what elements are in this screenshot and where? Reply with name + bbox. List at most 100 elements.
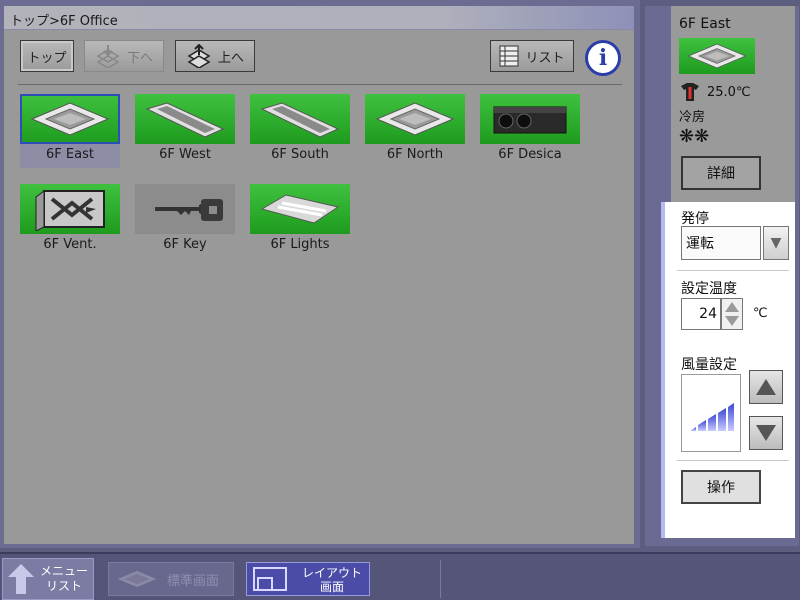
device-label: 6F Desica xyxy=(498,147,562,162)
detail-button[interactable]: 詳細 xyxy=(681,156,761,190)
setpoint-down-icon[interactable] xyxy=(725,316,739,326)
down-button-label: 下へ xyxy=(126,50,153,66)
bottom-divider xyxy=(440,560,441,598)
standard-screen-label: 標準画面 xyxy=(167,573,220,589)
triangle-down-icon xyxy=(756,425,776,441)
device-label: 6F South xyxy=(271,147,329,162)
fan-speed-up-button[interactable] xyxy=(749,370,783,404)
onoff-select[interactable]: 運転 xyxy=(681,226,761,260)
device-area: トップ 下へ 上へ リスト i 6F East 6F West 6F South… xyxy=(4,30,634,544)
thermometer-icon xyxy=(681,83,699,101)
toolbar-divider xyxy=(18,84,622,85)
top-button[interactable]: トップ xyxy=(20,40,74,72)
cassette-ac-icon xyxy=(687,43,747,69)
device-label: 6F Key xyxy=(163,237,207,252)
breadcrumb: トップ>6F Office xyxy=(10,14,118,29)
control-panel: 発停 運転 ▼ 設定温度 24 ℃ 風量設定 操作 xyxy=(661,202,795,538)
key-icon xyxy=(155,199,223,221)
fan-speed-display xyxy=(681,374,741,452)
cassette-ac-icon xyxy=(116,570,158,588)
device-thumbnail xyxy=(250,184,350,234)
device-thumbnail xyxy=(480,94,580,144)
fan-speed-icon: ❋❋ xyxy=(679,126,710,147)
slim-duct-icon xyxy=(145,102,225,138)
device-tile-6f-vent[interactable]: 6F Vent. xyxy=(20,184,120,260)
device-thumbnail xyxy=(20,94,120,144)
info-icon: i xyxy=(598,45,608,71)
onoff-label: 発停 xyxy=(681,211,709,227)
device-tile-6f-east[interactable]: 6F East xyxy=(20,94,120,170)
menu-list-label: メニュー リスト xyxy=(37,564,91,594)
setpoint-stepper[interactable] xyxy=(721,298,743,330)
onoff-value: 運転 xyxy=(686,236,714,252)
device-thumbnail xyxy=(135,184,235,234)
device-status-card: 6F East 25.0℃ 冷房 ❋❋ 詳細 xyxy=(671,6,795,202)
up-button-label: 上へ xyxy=(217,50,244,66)
setpoint-up-icon[interactable] xyxy=(725,302,739,312)
selected-device-thumbnail xyxy=(679,38,755,74)
bottom-bar: メニュー リスト 標準画面 レイアウト 画面 xyxy=(0,552,800,600)
device-label: 6F West xyxy=(159,147,211,162)
chevron-down-icon: ▼ xyxy=(770,235,782,251)
down-button[interactable]: 下へ xyxy=(84,40,164,72)
detail-button-label: 詳細 xyxy=(707,166,735,182)
device-side-panel: 6F East 25.0℃ 冷房 ❋❋ 詳細 発停 運転 ▼ 設定温度 24 ℃… xyxy=(645,6,799,546)
device-thumbnail xyxy=(135,94,235,144)
operate-button[interactable]: 操作 xyxy=(681,470,761,504)
device-label: 6F East xyxy=(20,144,120,168)
cassette-ac-icon xyxy=(375,102,455,136)
device-tile-6f-key[interactable]: 6F Key xyxy=(135,184,235,260)
setpoint-value: 24 xyxy=(681,298,721,330)
device-thumbnail xyxy=(365,94,465,144)
list-icon xyxy=(499,45,519,67)
layout-label-line1: レイアウト xyxy=(301,566,362,580)
device-tile-6f-north[interactable]: 6F North xyxy=(365,94,465,170)
selected-device-name: 6F East xyxy=(679,16,731,32)
light-fixture-icon xyxy=(260,194,340,224)
ventilation-icon xyxy=(35,190,105,231)
down-level-icon xyxy=(96,45,120,68)
device-thumbnail xyxy=(250,94,350,144)
device-label: 6F Lights xyxy=(270,237,330,252)
standard-screen-button[interactable]: 標準画面 xyxy=(108,562,234,596)
main-panel: トップ>6F Office トップ 下へ 上へ リスト i 6F East 6F… xyxy=(0,0,640,548)
menu-label-line1: メニュー xyxy=(39,564,88,578)
layout-screen-button[interactable]: レイアウト 画面 xyxy=(246,562,370,596)
fan-level-bars-icon xyxy=(690,403,734,431)
device-tile-6f-desica[interactable]: 6F Desica xyxy=(480,94,580,170)
up-level-icon xyxy=(187,44,211,68)
triangle-up-icon xyxy=(756,379,776,395)
layout-screen-label: レイアウト 画面 xyxy=(297,566,367,594)
menu-list-button[interactable]: メニュー リスト xyxy=(2,558,94,600)
title-strip: トップ>6F Office xyxy=(4,6,634,30)
room-temp-row: 25.0℃ xyxy=(679,82,751,102)
setpoint-unit: ℃ xyxy=(753,306,768,321)
fan-speed-label: 風量設定 xyxy=(681,357,737,373)
list-button-label: リスト xyxy=(525,50,565,66)
menu-label-line2: リスト xyxy=(45,579,82,593)
info-button[interactable]: i xyxy=(585,40,621,76)
fan-speed-down-button[interactable] xyxy=(749,416,783,450)
layout-label-line2: 画面 xyxy=(319,580,344,594)
slim-duct-icon xyxy=(260,102,340,138)
desica-unit-icon xyxy=(493,106,567,134)
device-tile-6f-lights[interactable]: 6F Lights xyxy=(250,184,350,260)
section-divider xyxy=(677,270,789,271)
device-label: 6F Vent. xyxy=(43,237,97,252)
onoff-dropdown-button[interactable]: ▼ xyxy=(763,226,789,260)
cassette-ac-icon xyxy=(30,102,110,136)
setpoint-label: 設定温度 xyxy=(681,281,737,297)
device-tile-6f-south[interactable]: 6F South xyxy=(250,94,350,170)
up-button[interactable]: 上へ xyxy=(175,40,255,72)
list-button[interactable]: リスト xyxy=(490,40,574,72)
section-divider xyxy=(677,460,789,461)
device-tile-6f-west[interactable]: 6F West xyxy=(135,94,235,170)
arrow-up-icon xyxy=(8,564,34,594)
device-label: 6F North xyxy=(386,147,444,162)
operation-mode: 冷房 xyxy=(679,110,706,125)
room-temp-value: 25.0℃ xyxy=(707,84,751,100)
device-thumbnail xyxy=(20,184,120,234)
layout-icon xyxy=(253,567,287,591)
operate-button-label: 操作 xyxy=(707,480,735,496)
top-button-label: トップ xyxy=(27,50,67,66)
